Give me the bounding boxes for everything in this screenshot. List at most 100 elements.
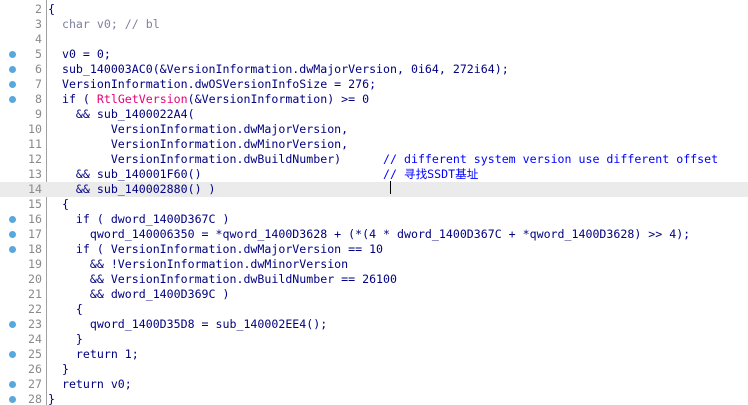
code-token: && sub_140002880() ) xyxy=(48,182,216,196)
code-token: qword_1400D35D8 = sub_140002EE4(); xyxy=(48,317,328,331)
code-line[interactable]: 5 v0 = 0; xyxy=(0,47,748,62)
code-line[interactable]: 20 && VersionInformation.dwBuildNumber =… xyxy=(0,272,748,287)
code-text: } xyxy=(48,332,83,347)
code-token: (&VersionInformation) >= 0 xyxy=(187,92,370,106)
code-line[interactable]: 28} xyxy=(0,392,748,405)
code-comment: // different system version use differen… xyxy=(383,152,719,166)
code-text: char v0; // bl xyxy=(48,17,160,32)
code-text: { xyxy=(48,2,55,17)
code-line[interactable]: 4 xyxy=(0,32,748,47)
code-text: VersionInformation.dwMinorVersion, xyxy=(48,137,348,152)
code-text: return v0; xyxy=(48,377,132,392)
code-token: } xyxy=(48,392,55,405)
line-number: 15 xyxy=(28,197,42,211)
code-line[interactable]: 23 qword_1400D35D8 = sub_140002EE4(); xyxy=(0,317,748,332)
line-number: 14 xyxy=(28,182,42,196)
text-cursor xyxy=(390,181,391,194)
code-line[interactable]: 25 return 1; xyxy=(0,347,748,362)
line-number: 17 xyxy=(28,227,42,241)
code-text: if ( VersionInformation.dwMajorVersion =… xyxy=(48,242,383,257)
code-line[interactable]: 21 && dword_1400D369C ) xyxy=(0,287,748,302)
code-text: VersionInformation.dwMajorVersion, xyxy=(48,122,348,137)
code-line[interactable]: 10 VersionInformation.dwMajorVersion, xyxy=(0,122,748,137)
code-text: { xyxy=(48,197,69,212)
line-number: 13 xyxy=(28,167,42,181)
code-token: VersionInformation.dwOSVersionInfoSize =… xyxy=(48,77,377,91)
code-token: return 1; xyxy=(48,347,139,361)
line-number: 7 xyxy=(35,77,42,91)
line-number: 10 xyxy=(28,122,42,136)
code-text: VersionInformation.dwBuildNumber) // dif… xyxy=(48,152,718,167)
code-line[interactable]: 13 && sub_140001F60() // 寻找SSDT基址 xyxy=(0,167,748,182)
code-token: v0 = 0; xyxy=(48,47,111,61)
code-text: && sub_1400022A4( xyxy=(48,107,195,122)
api-call: RtlGetVersion xyxy=(96,92,188,106)
code-text: qword_140006350 = *qword_1400D3628 + (*(… xyxy=(48,227,690,242)
code-token: char v0; // bl xyxy=(48,17,160,31)
code-comment: // 寻找SSDT基址 xyxy=(383,167,479,181)
line-number: 22 xyxy=(28,302,42,316)
code-token: qword_140006350 = *qword_1400D3628 + (*(… xyxy=(48,227,691,241)
line-number: 23 xyxy=(28,317,42,331)
code-text: v0 = 0; xyxy=(48,47,111,62)
code-line[interactable]: 24 } xyxy=(0,332,748,347)
code-token: && !VersionInformation.dwMinorVersion xyxy=(48,257,349,271)
code-text: VersionInformation.dwOSVersionInfoSize =… xyxy=(48,77,376,92)
code-line[interactable]: 6 sub_140003AC0(&VersionInformation.dwMa… xyxy=(0,62,748,77)
code-token: if ( VersionInformation.dwMajorVersion =… xyxy=(48,242,384,256)
code-token: VersionInformation.dwBuildNumber) xyxy=(48,152,384,166)
code-text: && sub_140002880() ) xyxy=(48,182,216,197)
code-token: { xyxy=(48,2,55,16)
code-line[interactable]: 11 VersionInformation.dwMinorVersion, xyxy=(0,137,748,152)
line-number: 5 xyxy=(35,47,42,61)
code-text: && !VersionInformation.dwMinorVersion xyxy=(48,257,348,272)
code-token: sub_140003AC0(&VersionInformation.dwMajo… xyxy=(48,62,509,76)
line-number: 3 xyxy=(35,17,42,31)
code-line[interactable]: 27 return v0; xyxy=(0,377,748,392)
code-line[interactable]: 12 VersionInformation.dwBuildNumber) // … xyxy=(0,152,748,167)
line-number: 19 xyxy=(28,257,42,271)
code-token: { xyxy=(48,302,83,316)
line-number: 18 xyxy=(28,242,42,256)
code-line[interactable]: 17 qword_140006350 = *qword_1400D3628 + … xyxy=(0,227,748,242)
line-number: 9 xyxy=(35,107,42,121)
code-token: VersionInformation.dwMinorVersion, xyxy=(48,137,349,151)
code-line[interactable]: 9 && sub_1400022A4( xyxy=(0,107,748,122)
line-number: 6 xyxy=(35,62,42,76)
line-number: 26 xyxy=(28,362,42,376)
code-text: && VersionInformation.dwBuildNumber == 2… xyxy=(48,272,397,287)
code-token: if ( xyxy=(48,92,97,106)
code-text: return 1; xyxy=(48,347,139,362)
code-token: if ( dword_1400D367C ) xyxy=(48,212,230,226)
line-number: 28 xyxy=(28,392,42,405)
code-line[interactable]: 16 if ( dword_1400D367C ) xyxy=(0,212,748,227)
code-token: } xyxy=(48,362,69,376)
line-number: 21 xyxy=(28,287,42,301)
code-line[interactable]: 26 } xyxy=(0,362,748,377)
line-number: 11 xyxy=(28,137,42,151)
code-line[interactable]: 7 VersionInformation.dwOSVersionInfoSize… xyxy=(0,77,748,92)
code-line[interactable]: 3 char v0; // bl xyxy=(0,17,748,32)
code-line[interactable]: 2{ xyxy=(0,2,748,17)
line-number: 8 xyxy=(35,92,42,106)
code-text: sub_140003AC0(&VersionInformation.dwMajo… xyxy=(48,62,509,77)
code-line[interactable]: 15 { xyxy=(0,197,748,212)
line-number: 12 xyxy=(28,152,42,166)
code-text: if ( RtlGetVersion(&VersionInformation) … xyxy=(48,92,369,107)
code-token: } xyxy=(48,332,83,346)
code-line[interactable]: 18 if ( VersionInformation.dwMajorVersio… xyxy=(0,242,748,257)
code-line[interactable]: 19 && !VersionInformation.dwMinorVersion xyxy=(0,257,748,272)
code-line[interactable]: 14 && sub_140002880() ) xyxy=(0,182,748,197)
code-token: VersionInformation.dwMajorVersion, xyxy=(48,122,349,136)
code-text: { xyxy=(48,302,83,317)
line-number: 25 xyxy=(28,347,42,361)
pseudocode-editor[interactable]: 2{3 char v0; // bl 4 5 v0 = 0; 6 sub_140003… xyxy=(0,0,748,405)
code-line[interactable]: 8 if ( RtlGetVersion(&VersionInformation… xyxy=(0,92,748,107)
code-text: && dword_1400D369C ) xyxy=(48,287,230,302)
code-token: && VersionInformation.dwBuildNumber == 2… xyxy=(48,272,398,286)
line-number: 27 xyxy=(28,377,42,391)
code-token: return v0; xyxy=(48,377,132,391)
line-number: 20 xyxy=(28,272,42,286)
code-line[interactable]: 22 { xyxy=(0,302,748,317)
code-token: { xyxy=(48,197,69,211)
